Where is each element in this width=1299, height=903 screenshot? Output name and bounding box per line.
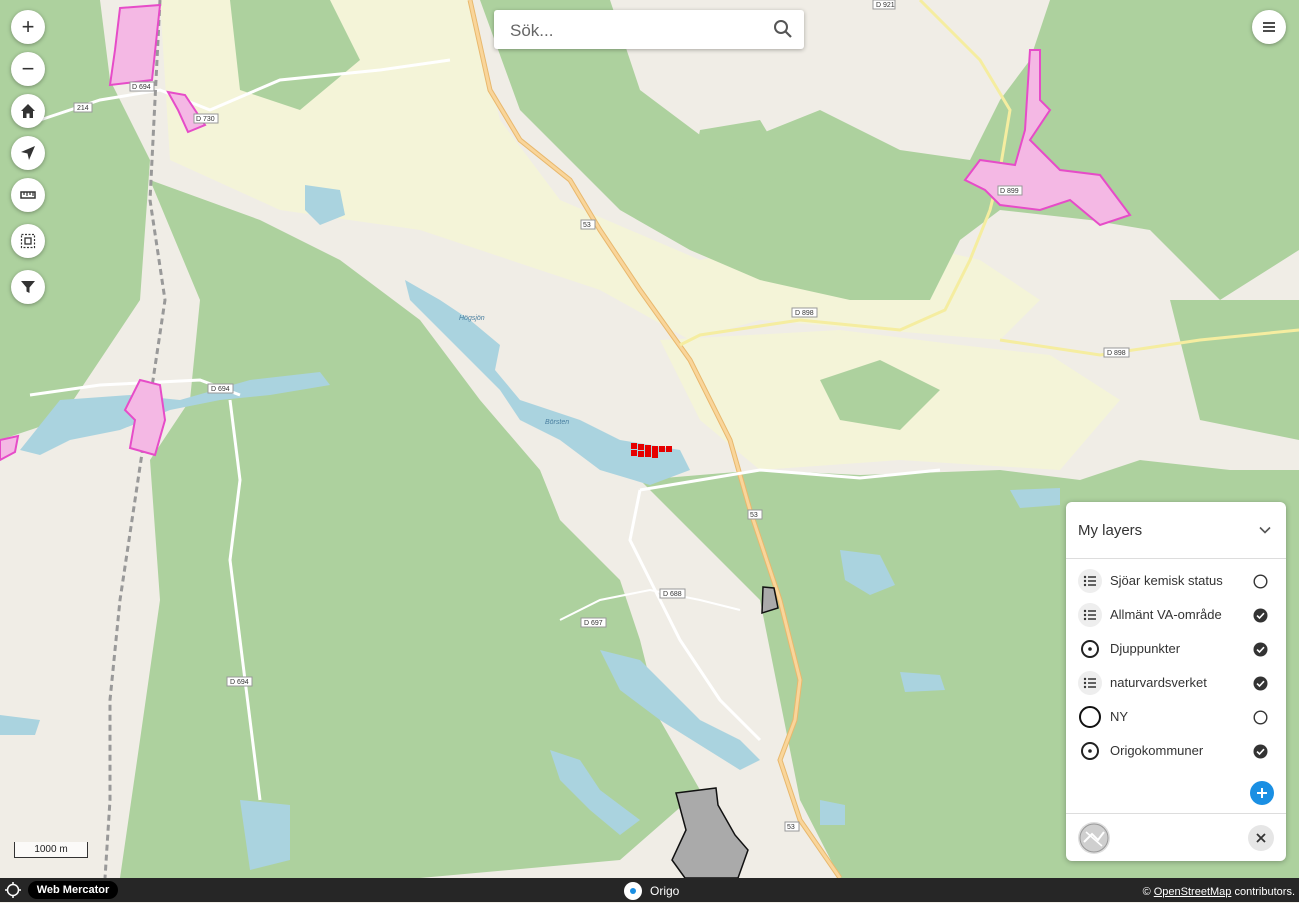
attribution-prefix: ©: [1142, 886, 1151, 898]
attribution: © OpenStreetMap contributors.: [1143, 886, 1295, 898]
home-icon: [21, 104, 35, 118]
hamburger-icon: [1263, 22, 1275, 32]
list-icon[interactable]: [1078, 569, 1102, 593]
road-label: D 898: [795, 310, 814, 317]
road-label: 53: [787, 824, 795, 831]
road-label: D 697: [584, 620, 603, 627]
list-icon[interactable]: [1078, 671, 1102, 695]
background-map-icon[interactable]: [1078, 822, 1110, 854]
add-layer-button[interactable]: [1250, 781, 1274, 805]
road-label: D 921: [876, 2, 895, 9]
layer-item[interactable]: naturvardsverket: [1066, 666, 1286, 700]
layer-label: naturvardsverket: [1110, 675, 1207, 690]
geolocation-button[interactable]: [11, 136, 45, 170]
layer-item[interactable]: NY: [1066, 700, 1286, 734]
point-style-icon: [1078, 739, 1102, 763]
crosshair-icon[interactable]: [5, 882, 21, 898]
projection-label[interactable]: Web Mercator: [28, 881, 118, 899]
filter-button[interactable]: [11, 270, 45, 304]
zoom-in-button[interactable]: +: [11, 10, 45, 44]
road-label: D 694: [230, 679, 249, 686]
checked-circle-icon[interactable]: [1253, 744, 1268, 759]
circle-style-icon: [1078, 705, 1102, 729]
home-button[interactable]: [11, 94, 45, 128]
checked-circle-icon[interactable]: [1253, 676, 1268, 691]
extent-select-button[interactable]: [11, 224, 45, 258]
osm-link[interactable]: OpenStreetMap: [1154, 886, 1232, 898]
road-label: D 694: [211, 386, 230, 393]
select-extent-icon: [20, 233, 36, 249]
search-icon[interactable]: [773, 19, 793, 39]
layer-label: Sjöar kemisk status: [1110, 573, 1223, 588]
layers-panel-title: My layers: [1078, 522, 1143, 539]
attribution-suffix: contributors.: [1234, 886, 1295, 898]
chevron-down-icon[interactable]: [1258, 523, 1272, 537]
zoom-out-button[interactable]: −: [11, 52, 45, 86]
plus-icon: [1257, 788, 1267, 798]
road-label: D 688: [663, 591, 682, 598]
layers-panel-header[interactable]: My layers: [1066, 502, 1286, 559]
layer-label: Allmänt VA-område: [1110, 607, 1222, 622]
measure-button[interactable]: [11, 178, 45, 212]
road-label: D 694: [132, 84, 151, 91]
checked-circle-icon[interactable]: [1253, 608, 1268, 623]
road-label: 53: [750, 512, 758, 519]
layer-label: NY: [1110, 709, 1129, 724]
layer-item[interactable]: Allmänt VA-område: [1066, 598, 1286, 632]
point-style-icon: [1078, 637, 1102, 661]
road-label: D 899: [1000, 188, 1019, 195]
minus-icon: −: [21, 56, 35, 81]
navigation-arrow-icon: [21, 146, 35, 160]
main-menu-button[interactable]: [1252, 10, 1286, 44]
layer-item[interactable]: Djuppunkter: [1066, 632, 1286, 666]
layers-panel: My layers Sjöar kemisk status Allmänt VA…: [1066, 502, 1286, 861]
origo-logo-icon: [624, 882, 642, 900]
unchecked-circle-icon[interactable]: [1253, 574, 1268, 589]
scale-bar: 1000 m: [14, 842, 88, 858]
plus-icon: +: [21, 14, 35, 39]
road-label: 214: [77, 105, 89, 112]
ruler-icon: [20, 191, 36, 199]
lake-label: Börsten: [545, 419, 569, 426]
footer-bar: Web Mercator Origo © OpenStreetMap contr…: [0, 878, 1299, 902]
road-label: D 730: [196, 116, 215, 123]
search-box: [494, 10, 804, 49]
layer-label: Origokommuner: [1110, 743, 1204, 758]
layer-label: Djuppunkter: [1110, 641, 1181, 656]
close-button[interactable]: [1248, 825, 1274, 851]
lake-label: Högsjön: [459, 315, 485, 322]
filter-icon: [21, 281, 35, 293]
layer-item[interactable]: Origokommuner: [1066, 734, 1286, 768]
close-icon: [1256, 833, 1266, 843]
search-input[interactable]: [508, 19, 762, 43]
layer-item[interactable]: Sjöar kemisk status: [1066, 564, 1286, 598]
road-label: 53: [583, 222, 591, 229]
unchecked-circle-icon[interactable]: [1253, 710, 1268, 725]
road-label: D 898: [1107, 350, 1126, 357]
app-name: Origo: [650, 884, 680, 898]
checked-circle-icon[interactable]: [1253, 642, 1268, 657]
list-icon[interactable]: [1078, 603, 1102, 627]
layers-panel-footer: [1066, 813, 1286, 862]
